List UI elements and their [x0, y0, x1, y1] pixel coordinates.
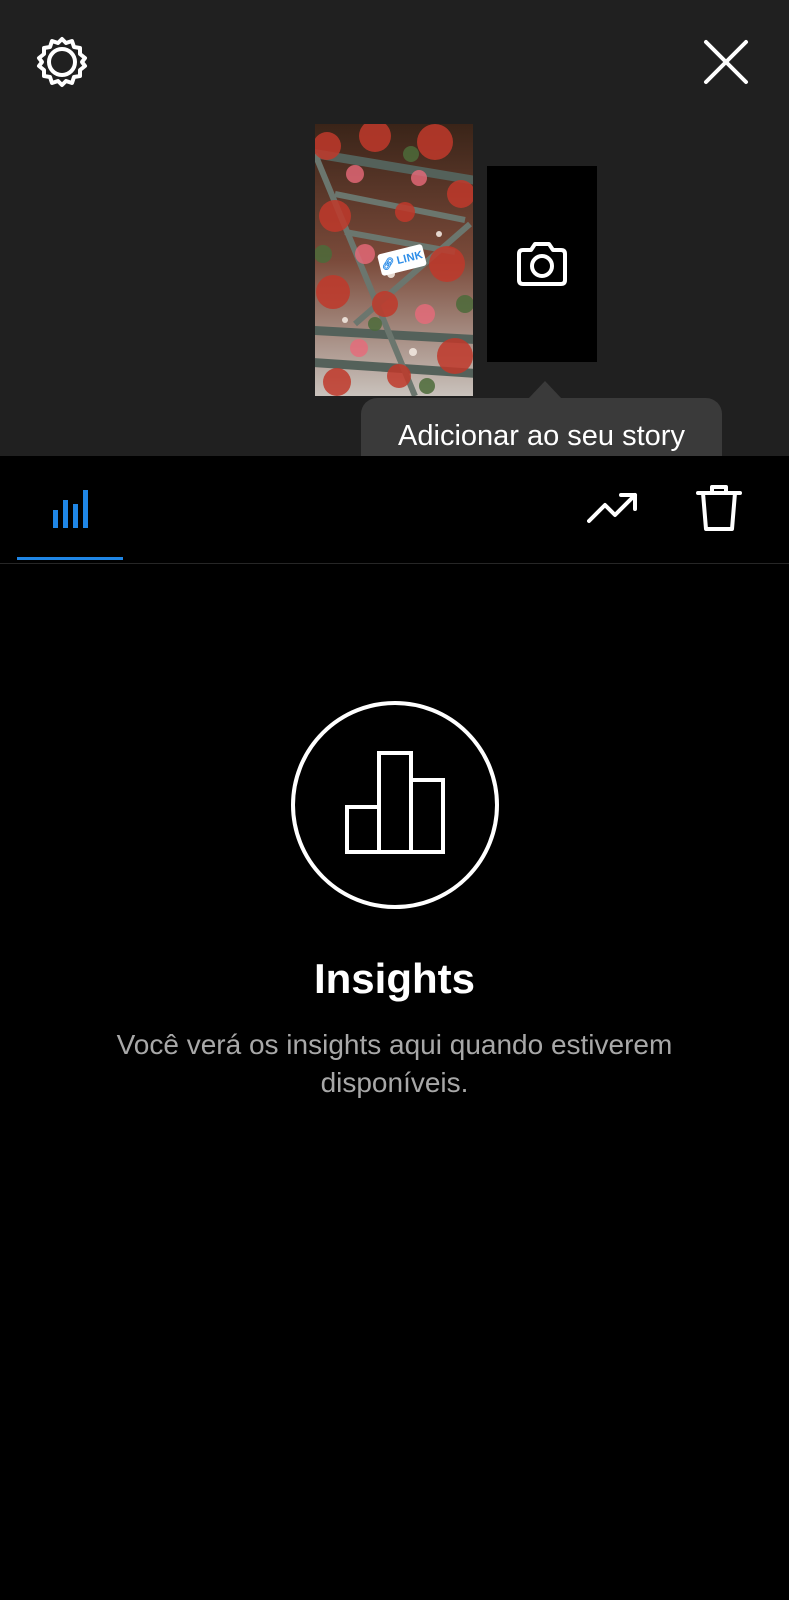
story-thumbnail[interactable]: 🔗︎ LINK — [315, 124, 473, 396]
active-tab-indicator — [17, 557, 123, 560]
trash-icon — [696, 485, 742, 531]
story-insights-screen: 🔗︎ LINK Adicionar ao seu story Insights … — [0, 0, 789, 1600]
delete-button[interactable] — [684, 466, 754, 550]
link-icon: 🔗︎ — [379, 256, 397, 272]
link-sticker-label: LINK — [395, 249, 425, 268]
empty-state-description: Você verá os insights aqui quando estive… — [116, 1029, 673, 1098]
gear-icon — [37, 37, 87, 87]
empty-state-title: Insights — [313, 955, 475, 1002]
settings-button[interactable] — [22, 22, 102, 102]
promote-button[interactable] — [580, 466, 646, 550]
insights-chart-icon — [290, 701, 499, 909]
close-button[interactable] — [686, 22, 766, 102]
bar-chart-icon — [53, 490, 88, 528]
tooltip-arrow — [528, 381, 562, 399]
camera-icon — [517, 242, 567, 286]
story-preview-area: 🔗︎ LINK — [0, 0, 789, 456]
trending-up-icon — [587, 493, 637, 523]
tab-insights[interactable] — [17, 456, 123, 560]
insights-empty-state: Insights Você verá os insights aqui quan… — [0, 700, 789, 1102]
add-to-story-tile[interactable] — [487, 166, 597, 362]
tooltip-text: Adicionar ao seu story — [398, 420, 685, 452]
close-icon — [704, 40, 748, 84]
tab-bar — [0, 456, 789, 564]
